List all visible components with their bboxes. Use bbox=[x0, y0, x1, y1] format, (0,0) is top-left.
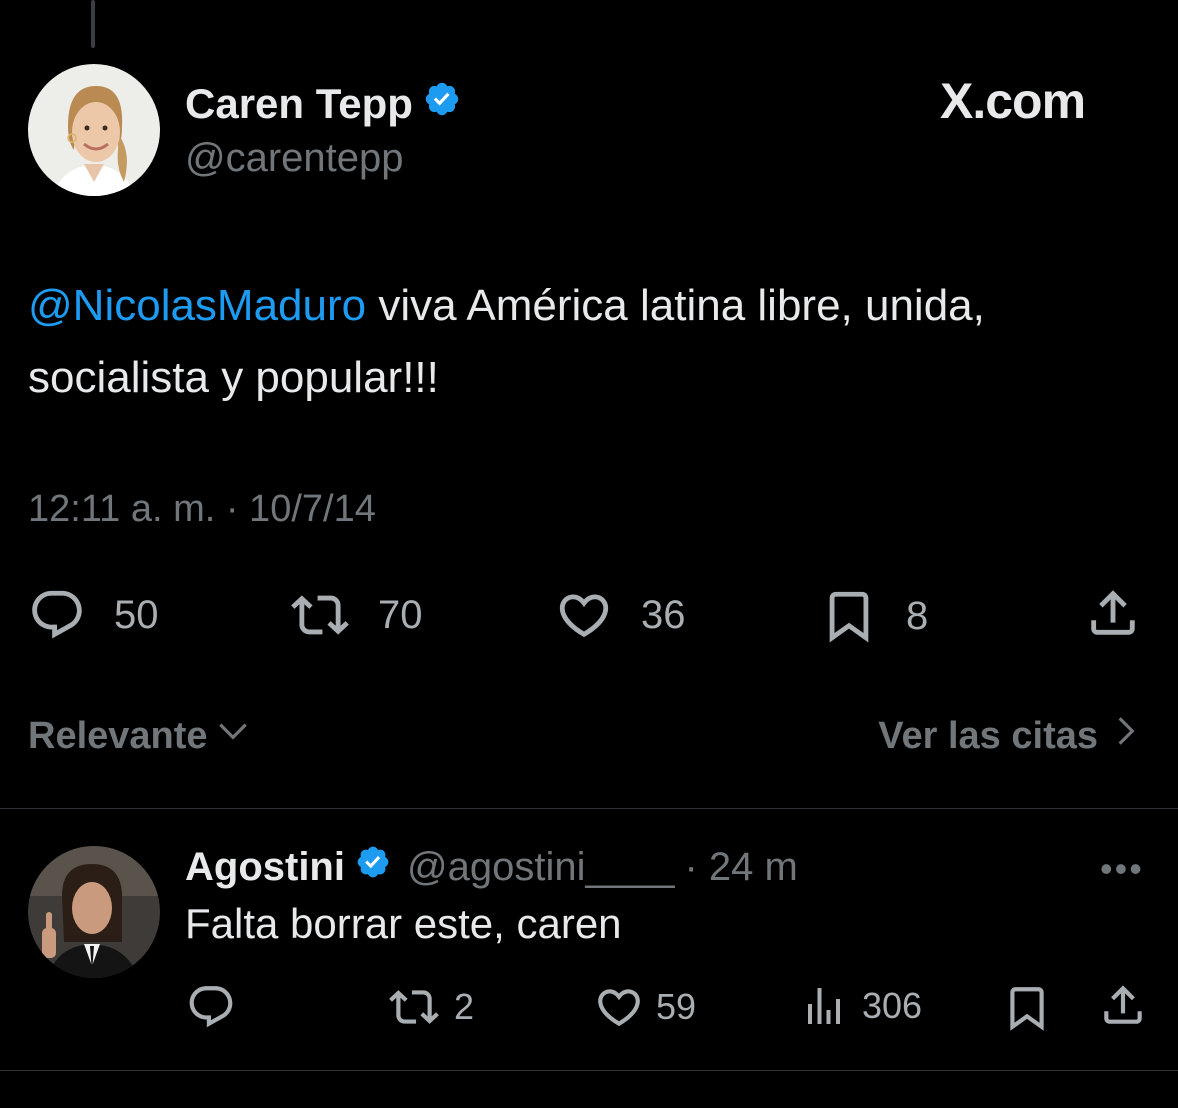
repost-icon bbox=[386, 982, 442, 1032]
reply-icon bbox=[186, 982, 236, 1032]
x-com-watermark: X.com bbox=[940, 73, 1086, 129]
like-icon bbox=[594, 982, 644, 1032]
section-divider bbox=[0, 808, 1178, 809]
reply-like-count: 59 bbox=[656, 986, 697, 1027]
repost-icon bbox=[288, 586, 352, 644]
reply-count: 50 bbox=[114, 592, 159, 637]
reply-repost-count: 2 bbox=[454, 986, 475, 1027]
bookmark-icon bbox=[1002, 982, 1052, 1034]
views-icon bbox=[800, 982, 848, 1030]
section-divider bbox=[0, 1070, 1178, 1071]
view-quotes-link[interactable]: Ver las citas bbox=[878, 712, 1140, 760]
reply-handle[interactable]: @agostini____ bbox=[407, 845, 674, 890]
like-button[interactable]: 36 bbox=[555, 586, 686, 644]
reply-views-button[interactable]: 306 bbox=[800, 982, 922, 1030]
reply-author-name-text: Agostini bbox=[185, 844, 345, 889]
verified-badge-icon bbox=[423, 80, 461, 128]
chevron-right-icon bbox=[1112, 712, 1140, 760]
reply-reply-button[interactable] bbox=[186, 982, 236, 1032]
like-count: 36 bbox=[641, 592, 686, 637]
reply-button[interactable]: 50 bbox=[28, 586, 159, 644]
thread-connector-line bbox=[91, 0, 95, 48]
view-quotes-label: Ver las citas bbox=[878, 714, 1098, 757]
reply-icon bbox=[28, 586, 86, 644]
author-handle[interactable]: @carentepp bbox=[185, 136, 404, 181]
reply-share-button[interactable] bbox=[1098, 980, 1148, 1030]
share-button[interactable] bbox=[1084, 584, 1142, 642]
author-name-text: Caren Tepp bbox=[185, 80, 413, 127]
reply-avatar[interactable] bbox=[28, 846, 160, 978]
author-name[interactable]: Caren Tepp bbox=[185, 80, 461, 128]
repost-count: 70 bbox=[378, 592, 423, 637]
sort-dropdown[interactable]: Relevante bbox=[28, 712, 252, 760]
verified-badge-icon bbox=[355, 844, 391, 890]
tweet-text: @NicolasMaduro viva América latina libre… bbox=[28, 270, 1148, 414]
repost-button[interactable]: 70 bbox=[288, 586, 423, 644]
bookmark-count: 8 bbox=[906, 593, 929, 638]
reply-author-name[interactable]: Agostini @agostini____ · 24 m bbox=[185, 844, 798, 890]
reply-time[interactable]: · 24 m bbox=[684, 845, 797, 890]
sort-label: Relevante bbox=[28, 714, 208, 757]
like-icon bbox=[555, 586, 613, 644]
tweet-timestamp[interactable]: 12:11 a. m. · 10/7/14 bbox=[28, 488, 376, 531]
share-icon bbox=[1098, 980, 1148, 1030]
mention-link[interactable]: @NicolasMaduro bbox=[28, 281, 366, 330]
bookmark-icon bbox=[820, 586, 878, 646]
author-avatar[interactable] bbox=[28, 64, 160, 196]
bookmark-button[interactable]: 8 bbox=[820, 586, 928, 646]
reply-repost-button[interactable]: 2 bbox=[386, 982, 474, 1032]
reply-like-button[interactable]: 59 bbox=[594, 982, 696, 1032]
more-icon[interactable]: ••• bbox=[1100, 848, 1144, 890]
chevron-down-icon bbox=[214, 712, 252, 760]
reply-bookmark-button[interactable] bbox=[1002, 982, 1052, 1034]
reply-text: Falta borrar este, caren bbox=[185, 900, 622, 947]
reply-views-count: 306 bbox=[862, 985, 923, 1026]
share-icon bbox=[1084, 584, 1142, 642]
